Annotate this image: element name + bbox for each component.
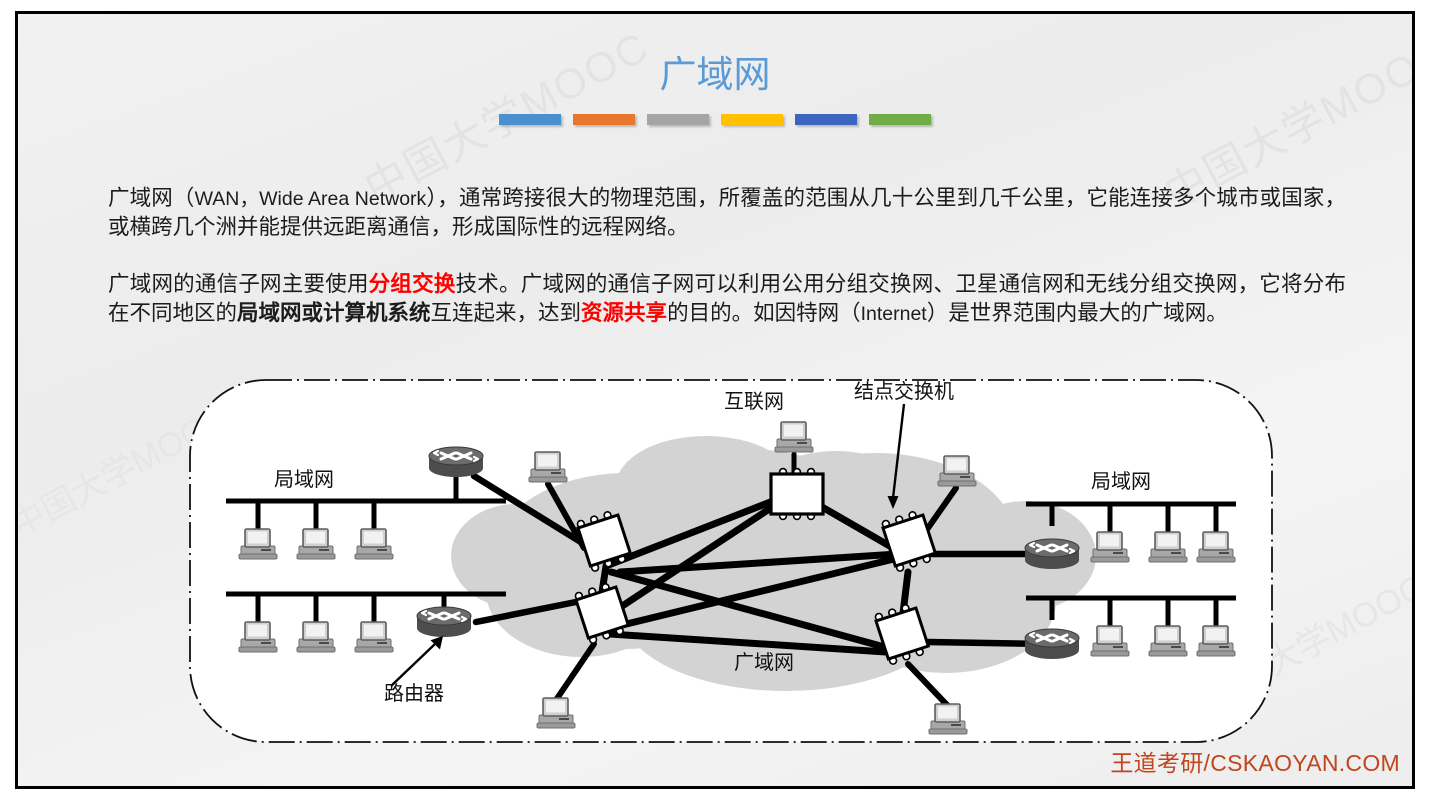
p2-seg4: 的目的。如因特网（ [667, 301, 861, 326]
p2-seg5: ）是世界范围内最大的广域网。 [926, 301, 1228, 326]
accent-bar-darkblue [795, 114, 857, 125]
label-internet: 互联网 [724, 390, 784, 413]
label-lan-left: 局域网 [274, 468, 334, 491]
p2-seg1: 广域网的通信子网主要使用 [108, 271, 369, 296]
page-title: 广域网 [659, 55, 771, 96]
footer-brand: 王道考研/CSKAOYAN.COM [1110, 750, 1400, 776]
node-switch-top-center [769, 467, 825, 521]
accent-bar-yellow [721, 114, 783, 125]
bottom-left-router [415, 605, 473, 639]
top-left-router [427, 445, 485, 479]
accent-bar-blue [499, 114, 561, 125]
accent-bar-green [869, 114, 931, 125]
accent-bar-gray [647, 114, 709, 125]
label-router: 路由器 [384, 682, 444, 705]
accent-bar-strip [18, 114, 1412, 125]
p1-latin: WAN，Wide Area Network [194, 187, 427, 210]
label-lan-right: 局域网 [1091, 470, 1151, 493]
slide-canvas: 中国大学MOOC 中国大学MOOC 中国大学MOOC 中国大学MOOC 广域网 … [15, 11, 1415, 789]
label-node-switch: 结点交换机 [854, 380, 954, 403]
wan-topology-diagram: 互联网 结点交换机 广域网 路由器 局域网 局域网 [186, 376, 1276, 746]
p1-seg1: 广域网（ [108, 185, 195, 210]
top-right-router [1023, 537, 1081, 571]
p2-highlight-packet-switching: 分组交换 [368, 271, 456, 296]
p2-highlight-resource-sharing: 资源共享 [581, 301, 668, 326]
p2-latin-internet: Internet [860, 303, 927, 326]
label-wan-cloud: 广域网 [734, 651, 794, 674]
bottom-right-router [1023, 627, 1081, 661]
p2-seg3: 互连起来，达到 [430, 301, 582, 326]
paragraph-definition: 广域网（WAN，Wide Area Network），通常跨接很大的物理范围，所… [108, 184, 1346, 243]
paragraph-subnet: 广域网的通信子网主要使用分组交换技术。广域网的通信子网可以利用公用分组交换网、卫… [108, 270, 1346, 329]
accent-bar-orange [573, 114, 635, 125]
p2-bold-lan-or-systems: 局域网或计算机系统 [237, 301, 431, 326]
